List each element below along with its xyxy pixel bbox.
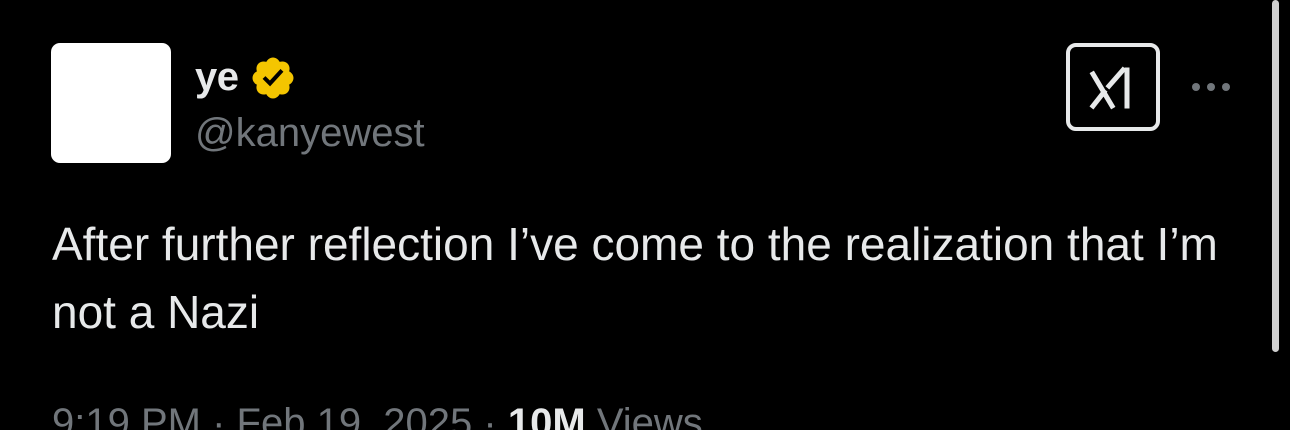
verified-badge-icon[interactable]	[249, 54, 297, 102]
more-icon-dot	[1222, 83, 1230, 91]
more-options-button[interactable]	[1186, 72, 1236, 102]
post-view: ye @kanyewest After further reflection I…	[0, 0, 1290, 430]
post-date[interactable]: Feb 19, 2025	[237, 401, 473, 430]
post-text: After further reflection I’ve come to th…	[52, 218, 1218, 338]
author-handle[interactable]: @kanyewest	[195, 110, 425, 156]
avatar[interactable]	[51, 43, 171, 163]
scrollbar[interactable]	[1272, 0, 1279, 352]
views-count: 10M	[507, 401, 586, 430]
post-meta: 9:19 PM · Feb 19, 2025 · 10M Views	[52, 400, 703, 430]
more-icon-dot	[1192, 83, 1200, 91]
grok-icon	[1089, 66, 1130, 110]
meta-separator: ·	[483, 401, 497, 430]
more-icon-dot	[1207, 83, 1215, 91]
author-display-name[interactable]: ye	[195, 55, 239, 99]
grok-button[interactable]	[1066, 43, 1160, 131]
meta-separator: ·	[212, 401, 226, 430]
post-time[interactable]: 9:19 PM	[52, 401, 201, 430]
views-label: Views	[596, 401, 703, 430]
author-name-row: ye	[195, 52, 297, 102]
